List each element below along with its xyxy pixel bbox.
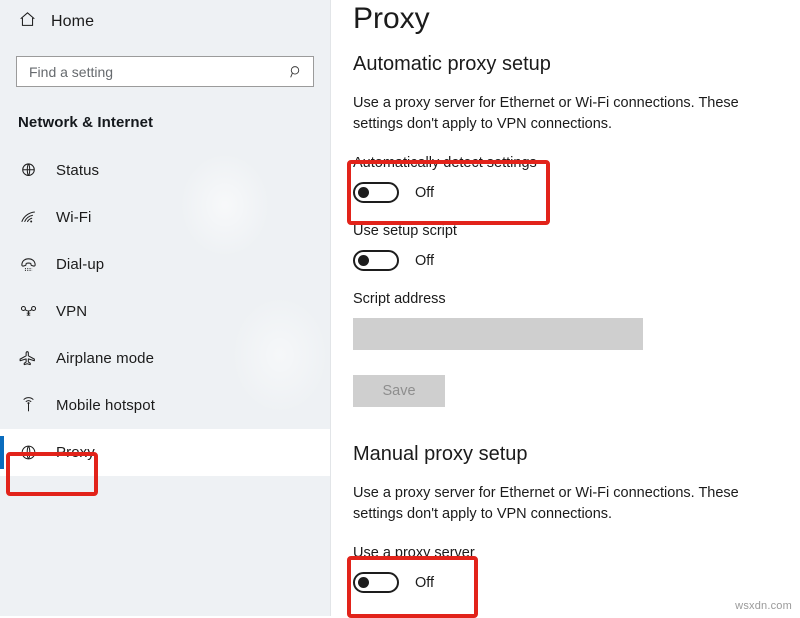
script-address-input[interactable] bbox=[353, 318, 643, 350]
sidebar-item-wifi[interactable]: Wi-Fi bbox=[0, 194, 330, 241]
toggle-knob bbox=[358, 577, 369, 588]
watermark: wsxdn.com bbox=[735, 600, 792, 612]
sidebar: Home Network & Internet Status bbox=[0, 0, 331, 616]
sidebar-item-label: Mobile hotspot bbox=[56, 397, 155, 414]
auto-detect-settings-toggle[interactable] bbox=[353, 182, 399, 203]
page-title: Proxy bbox=[353, 2, 430, 35]
sidebar-item-airplane-mode[interactable]: Airplane mode bbox=[0, 335, 330, 382]
automatic-proxy-setup-heading: Automatic proxy setup bbox=[353, 53, 551, 75]
use-setup-script-row: Off bbox=[353, 250, 800, 271]
search-input[interactable] bbox=[17, 57, 313, 86]
hotspot-antenna-icon bbox=[18, 396, 38, 416]
airplane-icon bbox=[18, 349, 38, 369]
home-label: Home bbox=[51, 13, 95, 30]
toggle-knob bbox=[358, 187, 369, 198]
auto-detect-settings-row: Off bbox=[353, 182, 800, 203]
use-setup-script-state: Off bbox=[415, 252, 435, 269]
use-proxy-server-toggle[interactable] bbox=[353, 572, 399, 593]
use-setup-script-block: Use setup script Off bbox=[353, 223, 800, 271]
script-address-label: Script address bbox=[353, 291, 446, 307]
sidebar-item-vpn[interactable]: VPN bbox=[0, 288, 330, 335]
globe-status-icon bbox=[18, 161, 38, 181]
save-button[interactable]: Save bbox=[353, 375, 445, 407]
auto-detect-settings-label: Automatically detect settings bbox=[353, 155, 537, 171]
sidebar-item-proxy[interactable]: Proxy bbox=[0, 429, 330, 476]
dialup-phone-icon bbox=[18, 255, 38, 275]
sidebar-item-dialup[interactable]: Dial-up bbox=[0, 241, 330, 288]
sidebar-item-label: VPN bbox=[56, 303, 88, 320]
home-nav-item[interactable]: Home bbox=[0, 4, 330, 40]
selected-accent-bar bbox=[0, 436, 4, 469]
auto-detect-settings-state: Off bbox=[415, 184, 435, 201]
home-icon bbox=[18, 10, 37, 34]
automatic-proxy-description: Use a proxy server for Ethernet or Wi-Fi… bbox=[353, 95, 739, 132]
script-address-block: Script address Save bbox=[353, 291, 800, 407]
globe-proxy-icon bbox=[18, 443, 38, 463]
sidebar-item-label: Proxy bbox=[56, 444, 95, 461]
auto-detect-settings-block: Automatically detect settings Off bbox=[353, 155, 800, 203]
sidebar-item-label: Wi-Fi bbox=[56, 209, 92, 226]
sidebar-item-mobile-hotspot[interactable]: Mobile hotspot bbox=[0, 382, 330, 429]
sidebar-item-label: Airplane mode bbox=[56, 350, 155, 367]
sidebar-item-label: Status bbox=[56, 162, 100, 179]
sidebar-item-label: Dial-up bbox=[56, 256, 105, 273]
manual-proxy-setup-heading: Manual proxy setup bbox=[353, 443, 528, 465]
use-proxy-server-block: Use a proxy server Off bbox=[353, 545, 800, 593]
category-title: Network & Internet bbox=[18, 114, 154, 131]
search-box[interactable] bbox=[16, 56, 314, 87]
use-proxy-server-row: Off bbox=[353, 572, 800, 593]
use-proxy-server-state: Off bbox=[415, 574, 435, 591]
manual-proxy-description: Use a proxy server for Ethernet or Wi-Fi… bbox=[353, 485, 739, 522]
main-content: Proxy Automatic proxy setup Use a proxy … bbox=[331, 0, 800, 616]
use-proxy-server-label: Use a proxy server bbox=[353, 545, 475, 561]
settings-window: Home Network & Internet Status bbox=[0, 0, 800, 618]
sidebar-nav-list: Status Wi-Fi Dial-up VPN Airplane mode M… bbox=[0, 147, 330, 476]
vpn-key-icon bbox=[18, 302, 38, 322]
sidebar-item-status[interactable]: Status bbox=[0, 147, 330, 194]
toggle-knob bbox=[358, 255, 369, 266]
use-setup-script-toggle[interactable] bbox=[353, 250, 399, 271]
use-setup-script-label: Use setup script bbox=[353, 223, 457, 239]
wifi-icon bbox=[18, 208, 38, 228]
